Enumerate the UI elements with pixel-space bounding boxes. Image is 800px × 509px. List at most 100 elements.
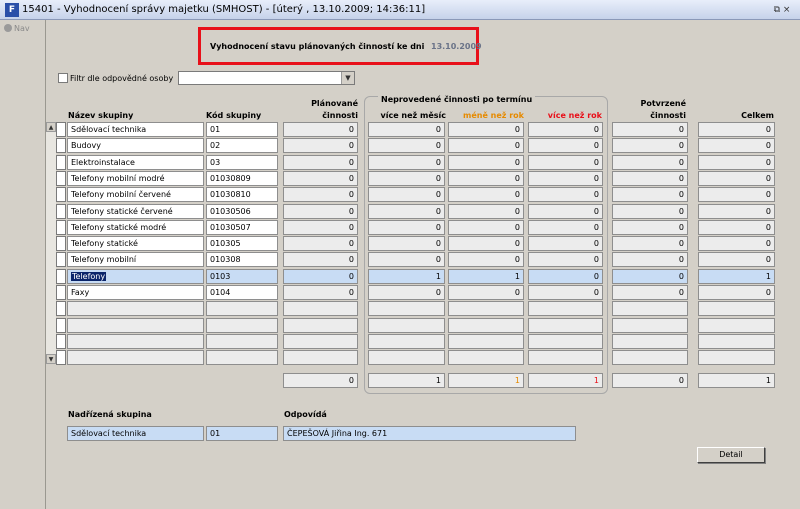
- cell-total: 0: [698, 138, 775, 153]
- cell-over-month: [368, 318, 445, 333]
- row-checkbox[interactable]: [56, 318, 66, 333]
- cell-name[interactable]: Telefony statické červené: [67, 204, 204, 219]
- cell-name[interactable]: Telefony mobilní červené: [67, 187, 204, 202]
- cell-code[interactable]: 01030506: [206, 204, 278, 219]
- cell-total: 0: [698, 155, 775, 170]
- row-checkbox[interactable]: [56, 171, 66, 186]
- cell-total: [698, 350, 775, 365]
- cell-name[interactable]: Faxy: [67, 285, 204, 300]
- cell-name[interactable]: Budovy: [67, 138, 204, 153]
- cell-over-year: 0: [528, 187, 603, 202]
- total-over-year: 1: [528, 373, 603, 388]
- cell-name[interactable]: Telefony statické: [67, 236, 204, 251]
- responsible-field[interactable]: ČEPEŠOVÁ Jiřina Ing. 671: [283, 426, 576, 441]
- row-checkbox[interactable]: [56, 252, 66, 267]
- cell-name[interactable]: Telefony mobilní: [67, 252, 204, 267]
- cell-name[interactable]: Sdělovací technika: [67, 122, 204, 137]
- row-checkbox[interactable]: [56, 301, 66, 316]
- row-checkbox[interactable]: [56, 155, 66, 170]
- restore-close-icon[interactable]: ⧉ ×: [770, 3, 794, 17]
- responsible-person-select[interactable]: ▼: [178, 71, 355, 85]
- cell-under-year: 0: [448, 252, 524, 267]
- cell-under-year: [448, 350, 524, 365]
- filter-label: Filtr dle odpovědné osoby: [70, 74, 174, 83]
- row-checkbox[interactable]: [56, 138, 66, 153]
- cell-name[interactable]: Telefony statické modré: [67, 220, 204, 235]
- row-checkbox[interactable]: [56, 236, 66, 251]
- cell-code[interactable]: 0104: [206, 285, 278, 300]
- cell-over-year: [528, 350, 603, 365]
- left-panel: [0, 20, 46, 509]
- cell-code[interactable]: 010305: [206, 236, 278, 251]
- cell-name[interactable]: Telefony: [67, 269, 204, 284]
- cell-code[interactable]: [206, 334, 278, 349]
- cell-name[interactable]: [67, 318, 204, 333]
- cell-over-month: 0: [368, 204, 445, 219]
- cell-planned: [283, 334, 358, 349]
- cell-confirmed: [612, 334, 688, 349]
- scroll-down-icon[interactable]: ▼: [46, 354, 56, 364]
- report-date: 13.10.2009: [431, 42, 482, 51]
- cell-over-month: 0: [368, 220, 445, 235]
- cell-over-year: 0: [528, 138, 603, 153]
- parent-group-code[interactable]: 01: [206, 426, 278, 441]
- row-checkbox[interactable]: [56, 350, 66, 365]
- cell-name[interactable]: [67, 301, 204, 316]
- cell-total: 0: [698, 171, 775, 186]
- cell-code[interactable]: 01030809: [206, 171, 278, 186]
- cell-code[interactable]: 01030507: [206, 220, 278, 235]
- cell-under-year: [448, 318, 524, 333]
- nav-icon: [4, 24, 12, 32]
- cell-confirmed: 0: [612, 220, 688, 235]
- cell-over-month: [368, 301, 445, 316]
- parent-group-name[interactable]: Sdělovací technika: [67, 426, 204, 441]
- cell-code[interactable]: 02: [206, 138, 278, 153]
- cell-under-year: [448, 301, 524, 316]
- cell-over-month: 0: [368, 138, 445, 153]
- cell-planned: [283, 318, 358, 333]
- cell-code[interactable]: 0103: [206, 269, 278, 284]
- nav-button[interactable]: Nav: [4, 24, 44, 38]
- col-header-planned-1: Plánované: [311, 99, 358, 108]
- row-checkbox[interactable]: [56, 220, 66, 235]
- cell-confirmed: 0: [612, 155, 688, 170]
- cell-over-month: [368, 350, 445, 365]
- cell-name[interactable]: Telefony mobilní modré: [67, 171, 204, 186]
- cell-code[interactable]: 01: [206, 122, 278, 137]
- cell-confirmed: 0: [612, 236, 688, 251]
- scroll-up-icon[interactable]: ▲: [46, 122, 56, 132]
- cell-over-month: [368, 334, 445, 349]
- chevron-down-icon[interactable]: ▼: [341, 72, 354, 84]
- cell-code[interactable]: [206, 350, 278, 365]
- cell-code[interactable]: 03: [206, 155, 278, 170]
- cell-total: [698, 301, 775, 316]
- cell-confirmed: [612, 350, 688, 365]
- row-checkbox[interactable]: [56, 269, 66, 284]
- cell-confirmed: 0: [612, 171, 688, 186]
- filter-checkbox[interactable]: [58, 73, 68, 83]
- cell-over-year: [528, 334, 603, 349]
- table-scrollbar[interactable]: [46, 122, 56, 364]
- cell-code[interactable]: 010308: [206, 252, 278, 267]
- cell-over-month: 0: [368, 155, 445, 170]
- cell-name[interactable]: [67, 334, 204, 349]
- cell-planned: 0: [283, 187, 358, 202]
- row-checkbox[interactable]: [56, 334, 66, 349]
- row-checkbox[interactable]: [56, 204, 66, 219]
- cell-over-month: 0: [368, 236, 445, 251]
- cell-under-year: 0: [448, 122, 524, 137]
- cell-planned: [283, 350, 358, 365]
- cell-name[interactable]: [67, 350, 204, 365]
- cell-name[interactable]: Elektroinstalace: [67, 155, 204, 170]
- cell-total: 0: [698, 204, 775, 219]
- total-under-year: 1: [448, 373, 524, 388]
- row-checkbox[interactable]: [56, 187, 66, 202]
- cell-total: 0: [698, 220, 775, 235]
- detail-button[interactable]: Detail: [697, 447, 765, 463]
- row-checkbox[interactable]: [56, 122, 66, 137]
- cell-code[interactable]: 01030810: [206, 187, 278, 202]
- row-checkbox[interactable]: [56, 285, 66, 300]
- cell-code[interactable]: [206, 301, 278, 316]
- cell-code[interactable]: [206, 318, 278, 333]
- cell-confirmed: 0: [612, 252, 688, 267]
